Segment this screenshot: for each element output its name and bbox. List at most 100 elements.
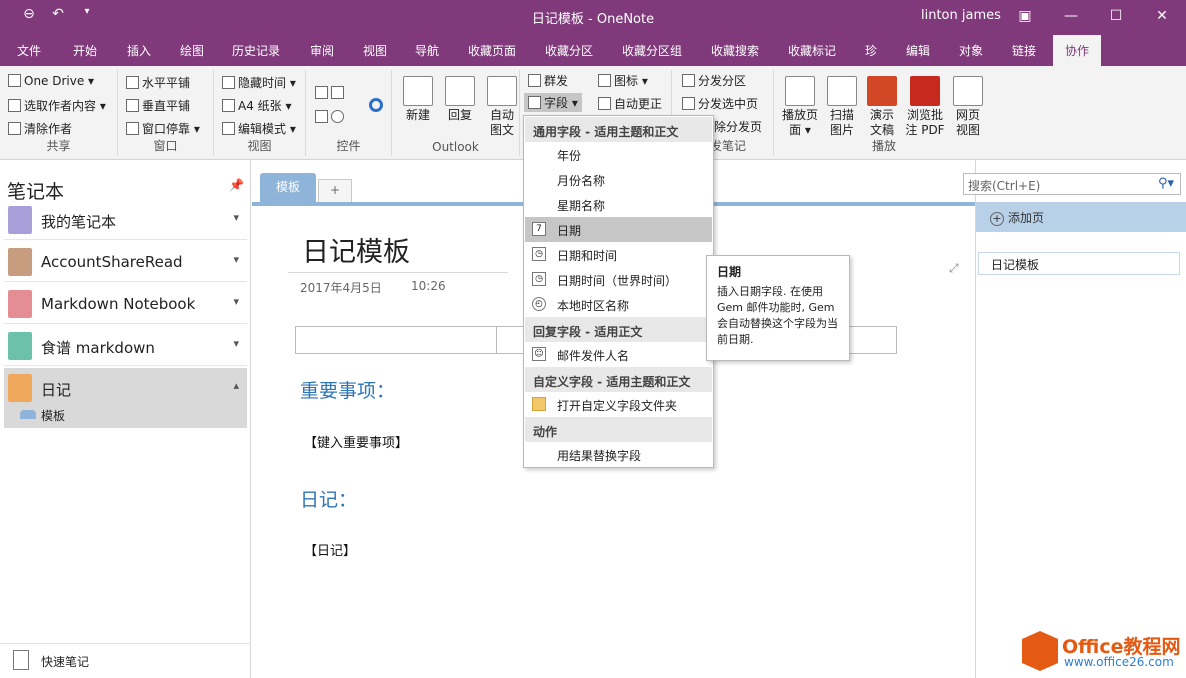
pdf-button[interactable]: 浏览批 注 PDF [904, 76, 946, 138]
user-name[interactable]: linton james [921, 8, 1001, 23]
radio-button-icon[interactable] [369, 98, 383, 112]
send-selected-button[interactable]: 分发选中页 [682, 95, 758, 112]
page-list-item[interactable]: 日记模板 [978, 252, 1180, 275]
menu-item-sender-name[interactable]: ☺ 邮件发件人名 [525, 342, 712, 367]
dock-window-button[interactable]: 窗口停靠 ▾ [126, 120, 200, 137]
group-share: One Drive ▾ 选取作者内容 ▾ 清除作者 共享 [0, 70, 118, 156]
reply-button[interactable]: 回复 [442, 76, 478, 123]
radio-icon [331, 110, 344, 123]
section-item[interactable]: 模板 [4, 402, 247, 428]
quick-notes[interactable]: 快速笔记 [0, 643, 251, 678]
control-grid-icon[interactable] [315, 86, 347, 100]
chevron-down-icon[interactable]: ▾ [233, 211, 239, 224]
chevron-up-icon[interactable]: ▴ [233, 379, 239, 392]
notebook-icon [8, 374, 32, 402]
control-radio-icon[interactable] [315, 110, 347, 124]
ribbon-tabs: 文件 开始 插入 绘图 历史记录 审阅 视图 导航 收藏页面 收藏分区 收藏分区… [0, 33, 1186, 91]
tab-object[interactable]: 对象 [959, 42, 983, 59]
notebook-item[interactable]: AccountShareRead ▾ [4, 242, 247, 282]
menu-item-timezone[interactable]: ◴ 本地时区名称 [525, 292, 712, 317]
tab-history[interactable]: 历史记录 [232, 42, 280, 59]
auto-graphic-button[interactable]: 自动 图文 [484, 76, 520, 138]
tab-link[interactable]: 链接 [1012, 42, 1036, 59]
tile-horizontal-button[interactable]: 水平平铺 [126, 74, 190, 91]
menu-item-date-time[interactable]: ◷ 日期和时间 [525, 242, 712, 267]
menu-item-replace-fields[interactable]: 用结果替换字段 [525, 442, 712, 467]
search-box[interactable]: 搜索(Ctrl+E) ⚲▾ [963, 173, 1181, 195]
page-title[interactable]: 日记模板 [302, 230, 410, 269]
plus-icon: + [990, 212, 1004, 226]
notebook-name: 日记 [41, 381, 72, 399]
menu-item-label: 打开自定义字段文件夹 [557, 399, 678, 413]
tile-vertical-button[interactable]: 垂直平铺 [126, 97, 190, 114]
notebook-item[interactable]: 我的笔记本 ▾ [4, 200, 247, 240]
chevron-down-icon[interactable]: ▾ [233, 253, 239, 266]
tab-collaborate[interactable]: 协作 [1053, 35, 1102, 66]
menu-item-year[interactable]: 年份 [525, 142, 712, 167]
tab-fav-section-groups[interactable]: 收藏分区组 [622, 42, 682, 59]
number-icon [315, 110, 328, 123]
chevron-down-icon[interactable]: ▾ [233, 295, 239, 308]
tab-fav-sections[interactable]: 收藏分区 [545, 42, 593, 59]
search-icon[interactable]: ⚲▾ [1158, 176, 1174, 191]
menu-item-open-folder[interactable]: 打开自定义字段文件夹 [525, 392, 712, 417]
notebook-item[interactable]: Markdown Notebook ▾ [4, 284, 247, 324]
tab-treasure[interactable]: 珍 [865, 42, 877, 59]
heading-important[interactable]: 重要事项： [300, 376, 395, 403]
watermark-url: www.office26.com [1064, 655, 1174, 669]
maximize-button[interactable]: ☐ [1101, 4, 1131, 28]
tab-review[interactable]: 审阅 [310, 42, 334, 59]
play-page-button[interactable]: 播放页 面 ▾ [780, 76, 820, 138]
close-button[interactable]: ✕ [1147, 4, 1177, 28]
notebook-item[interactable]: 食谱 markdown ▾ [4, 326, 247, 366]
pin-icon[interactable]: 📌 [229, 178, 244, 192]
tab-home[interactable]: 开始 [73, 42, 97, 59]
chevron-down-icon[interactable]: ▾ [233, 337, 239, 350]
web-view-button[interactable]: 网页 视图 [950, 76, 986, 138]
tab-insert[interactable]: 插入 [127, 42, 151, 59]
select-author-label: 选取作者内容 ▾ [24, 99, 106, 113]
add-section-button[interactable]: + [318, 179, 352, 202]
tab-edit[interactable]: 编辑 [906, 42, 930, 59]
heading-diary[interactable]: 日记： [300, 485, 357, 512]
icon-dropdown-button[interactable]: 图标 ▾ [598, 72, 648, 89]
ribbon-display-icon[interactable]: ▣ [1010, 4, 1040, 28]
clear-author-button[interactable]: 清除作者 [8, 120, 72, 137]
onedrive-button[interactable]: One Drive ▾ [8, 74, 94, 88]
tab-fav-tags[interactable]: 收藏标记 [788, 42, 836, 59]
menu-item-weekday-name[interactable]: 星期名称 [525, 192, 712, 217]
edit-mode-button[interactable]: 编辑模式 ▾ [222, 120, 296, 137]
field-dropdown-button[interactable]: 字段 ▾ [524, 93, 582, 112]
a4-paper-button[interactable]: A4 纸张 ▾ [222, 97, 292, 114]
body-diary[interactable]: 【日记】 [304, 540, 356, 559]
presentation-button[interactable]: 演示 文稿 [864, 76, 900, 138]
tab-fav-search[interactable]: 收藏搜索 [711, 42, 759, 59]
select-author-button[interactable]: 选取作者内容 ▾ [8, 97, 106, 114]
menu-item-month-name[interactable]: 月份名称 [525, 167, 712, 192]
new-mail-button[interactable]: 新建 [400, 76, 436, 123]
scan-image-label: 扫描 图片 [829, 108, 854, 137]
tab-navigate[interactable]: 导航 [415, 42, 439, 59]
tab-fav-pages[interactable]: 收藏页面 [468, 42, 516, 59]
hide-time-button[interactable]: 隐藏时间 ▾ [222, 74, 296, 91]
add-page-button[interactable]: + 添加页 [976, 202, 1186, 232]
mass-send-button[interactable]: 群发 [528, 72, 568, 89]
body-important[interactable]: 【键入重要事项】 [304, 432, 408, 451]
table-cell[interactable] [496, 327, 497, 353]
scan-image-button[interactable]: 扫描 图片 [824, 76, 860, 138]
tab-view[interactable]: 视图 [363, 42, 387, 59]
send-section-button[interactable]: 分发分区 [682, 72, 746, 89]
group-label: 控件 [336, 139, 361, 153]
minimize-button[interactable]: — [1056, 4, 1086, 28]
tab-draw[interactable]: 绘图 [180, 42, 204, 59]
tab-file[interactable]: 文件 [17, 42, 41, 59]
expand-icon[interactable]: ⤢ [949, 261, 959, 276]
menu-item-date-time-utc[interactable]: ◷ 日期时间（世界时间） [525, 267, 712, 292]
notebook-icon [8, 248, 32, 276]
section-tab[interactable]: 模板 [260, 173, 316, 202]
tile-vertical-icon [126, 99, 139, 112]
watermark-logo: Office教程网 www.office26.com [1022, 631, 1181, 673]
send-page-button[interactable]: 除分发页 [714, 118, 762, 135]
autocorrect-button[interactable]: 自动更正 [598, 95, 662, 112]
menu-item-date[interactable]: 7 日期 [525, 217, 712, 242]
